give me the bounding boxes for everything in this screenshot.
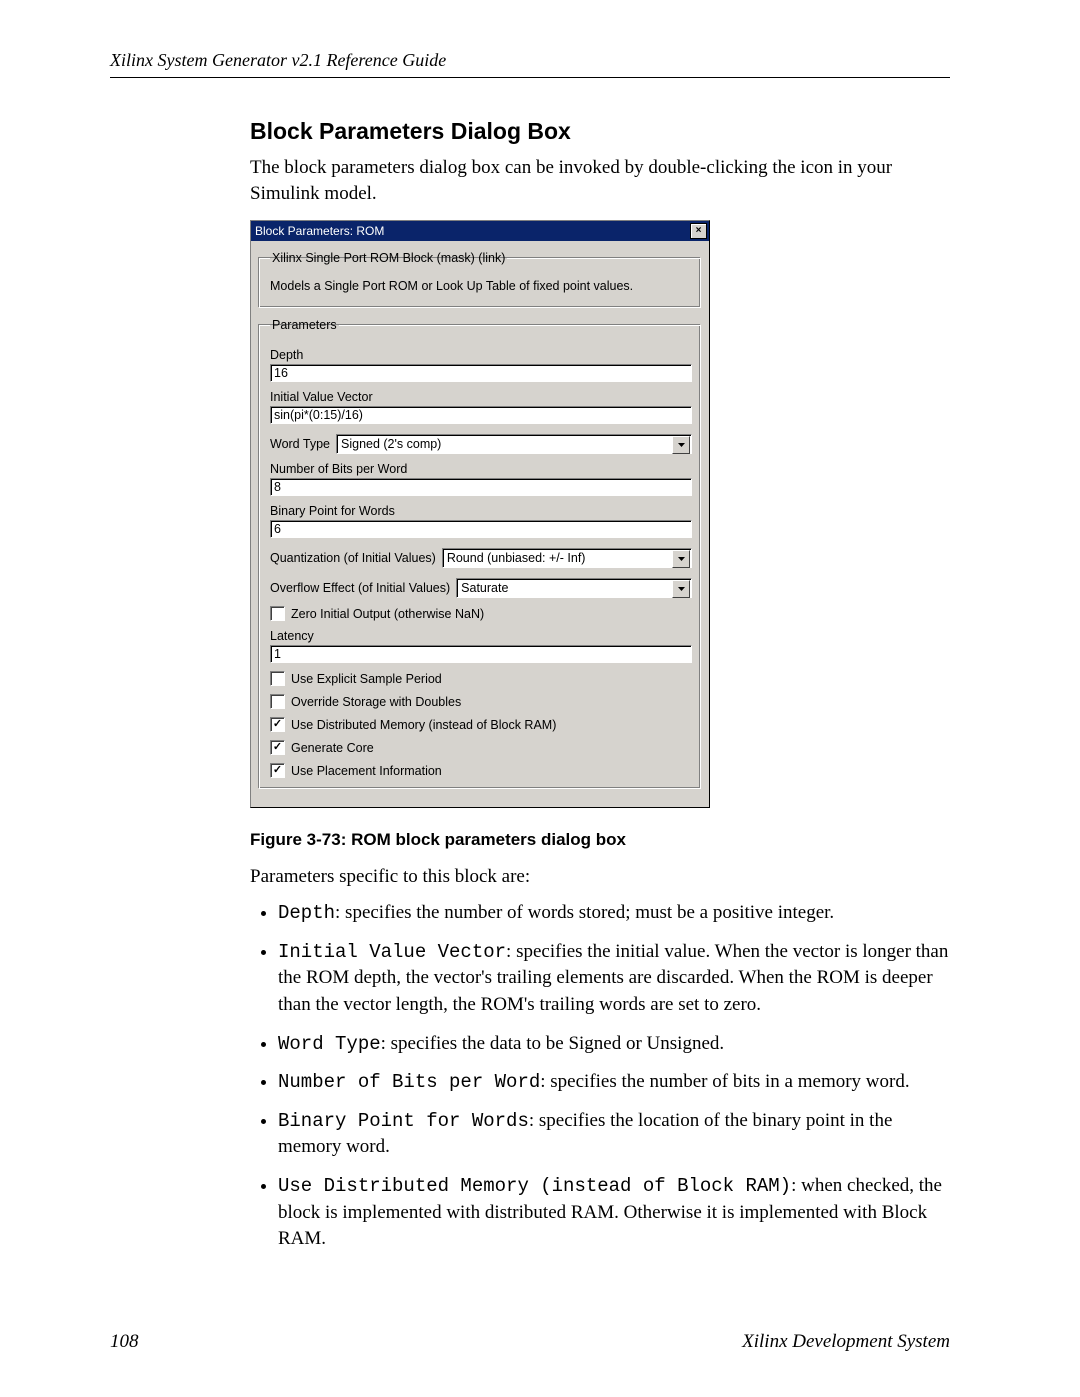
use-place-label: Use Placement Information xyxy=(291,764,442,778)
list-item: Depth: specifies the number of words sto… xyxy=(278,900,950,927)
quant-label: Quantization (of Initial Values) xyxy=(270,551,436,565)
bullet-text: : specifies the number of bits in a memo… xyxy=(540,1071,909,1092)
footer-brand: Xilinx Development System xyxy=(742,1331,950,1353)
override-dbl-checkbox[interactable] xyxy=(270,694,285,709)
ivv-label: Initial Value Vector xyxy=(270,390,692,404)
wordtype-select[interactable]: Signed (2's comp) xyxy=(336,434,692,454)
quant-value: Round (unbiased: +/- Inf) xyxy=(447,551,586,565)
zero-initial-row[interactable]: Zero Initial Output (otherwise NaN) xyxy=(270,606,692,621)
section-heading: Block Parameters Dialog Box xyxy=(250,118,950,145)
code-term: Depth xyxy=(278,902,335,924)
list-item: Binary Point for Words: specifies the lo… xyxy=(278,1108,950,1161)
latency-label: Latency xyxy=(270,629,692,643)
list-item: Word Type: specifies the data to be Sign… xyxy=(278,1031,950,1058)
dialog-header-desc: Models a Single Port ROM or Look Up Tabl… xyxy=(270,279,692,293)
gen-core-label: Generate Core xyxy=(291,741,374,755)
page-number: 108 xyxy=(110,1331,139,1353)
dist-mem-row[interactable]: Use Distributed Memory (instead of Block… xyxy=(270,717,692,732)
zero-initial-label: Zero Initial Output (otherwise NaN) xyxy=(291,607,484,621)
use-place-row[interactable]: Use Placement Information xyxy=(270,763,692,778)
override-dbl-label: Override Storage with Doubles xyxy=(291,695,461,709)
quant-select[interactable]: Round (unbiased: +/- Inf) xyxy=(442,548,692,568)
bpw-field[interactable] xyxy=(270,520,692,538)
code-term: Word Type xyxy=(278,1033,381,1055)
list-item: Number of Bits per Word: specifies the n… xyxy=(278,1069,950,1096)
nbits-label: Number of Bits per Word xyxy=(270,462,692,476)
chevron-down-icon[interactable] xyxy=(672,550,690,568)
dist-mem-checkbox[interactable] xyxy=(270,717,285,732)
wordtype-value: Signed (2's comp) xyxy=(341,437,441,451)
zero-initial-checkbox[interactable] xyxy=(270,606,285,621)
code-term: Number of Bits per Word xyxy=(278,1071,540,1093)
code-term: Binary Point for Words xyxy=(278,1110,529,1132)
gen-core-row[interactable]: Generate Core xyxy=(270,740,692,755)
gen-core-checkbox[interactable] xyxy=(270,740,285,755)
list-item: Use Distributed Memory (instead of Block… xyxy=(278,1173,950,1253)
block-parameters-dialog: Block Parameters: ROM × Xilinx Single Po… xyxy=(250,220,710,808)
section-intro: The block parameters dialog box can be i… xyxy=(250,155,950,206)
running-header: Xilinx System Generator v2.1 Reference G… xyxy=(110,50,950,78)
dialog-title: Block Parameters: ROM xyxy=(255,224,384,238)
chevron-down-icon[interactable] xyxy=(672,436,690,454)
list-item: Initial Value Vector: specifies the init… xyxy=(278,939,950,1019)
use-place-checkbox[interactable] xyxy=(270,763,285,778)
parameters-legend: Parameters xyxy=(270,318,339,332)
chevron-down-icon[interactable] xyxy=(672,580,690,598)
ivv-field[interactable] xyxy=(270,406,692,424)
oflow-value: Saturate xyxy=(461,581,508,595)
close-icon[interactable]: × xyxy=(690,223,707,239)
dist-mem-label: Use Distributed Memory (instead of Block… xyxy=(291,718,556,732)
bullet-text: : specifies the data to be Signed or Uns… xyxy=(381,1033,725,1054)
dialog-header-legend: Xilinx Single Port ROM Block (mask) (lin… xyxy=(270,251,507,265)
nbits-field[interactable] xyxy=(270,478,692,496)
explicit-sp-row[interactable]: Use Explicit Sample Period xyxy=(270,671,692,686)
explicit-sp-label: Use Explicit Sample Period xyxy=(291,672,442,686)
latency-field[interactable] xyxy=(270,645,692,663)
parameters-group: Parameters Depth Initial Value Vector Wo… xyxy=(259,318,701,789)
dialog-header-group: Xilinx Single Port ROM Block (mask) (lin… xyxy=(259,251,701,308)
figure-caption: Figure 3-73: ROM block parameters dialog… xyxy=(250,830,950,850)
override-dbl-row[interactable]: Override Storage with Doubles xyxy=(270,694,692,709)
dialog-titlebar[interactable]: Block Parameters: ROM × xyxy=(251,221,709,241)
code-term: Use Distributed Memory (instead of Block… xyxy=(278,1175,791,1197)
depth-label: Depth xyxy=(270,348,692,362)
oflow-label: Overflow Effect (of Initial Values) xyxy=(270,581,450,595)
param-list-intro: Parameters specific to this block are: xyxy=(250,866,950,888)
bullet-text: : specifies the number of words stored; … xyxy=(335,902,834,923)
bpw-label: Binary Point for Words xyxy=(270,504,692,518)
depth-field[interactable] xyxy=(270,364,692,382)
explicit-sp-checkbox[interactable] xyxy=(270,671,285,686)
wordtype-label: Word Type xyxy=(270,437,330,451)
oflow-select[interactable]: Saturate xyxy=(456,578,692,598)
param-bullet-list: Depth: specifies the number of words sto… xyxy=(250,900,950,1253)
code-term: Initial Value Vector xyxy=(278,941,506,963)
